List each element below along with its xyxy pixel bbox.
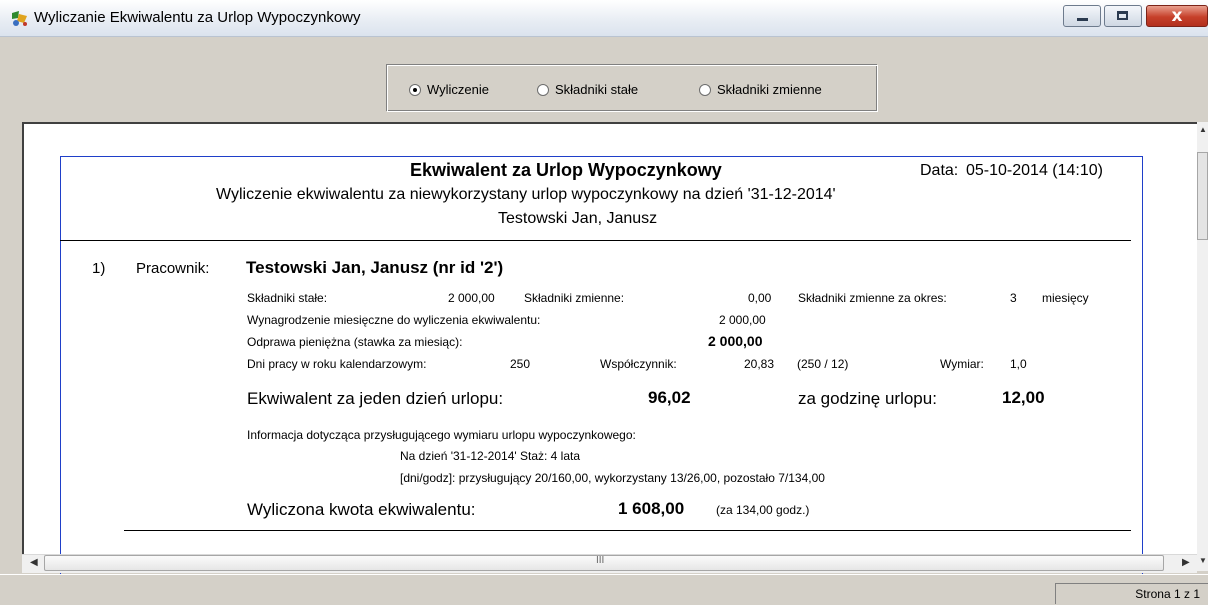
window-title: Wyliczanie Ekwiwalentu za Urlop Wypoczyn…	[34, 9, 361, 26]
workdays-value: 250	[510, 357, 531, 371]
severance-value: 2 000,00	[708, 333, 763, 349]
minimize-button[interactable]	[1063, 5, 1101, 27]
maximize-icon	[1117, 11, 1128, 20]
fixed-components-value: 2 000,00	[448, 291, 495, 305]
radio-unselected-icon	[699, 83, 711, 96]
radio-skladniki-zmienne-label: Składniki zmienne	[717, 82, 822, 97]
day-equivalent-value: 96,02	[648, 388, 691, 407]
variable-components-value: 0,00	[748, 291, 772, 305]
report-person: Testowski Jan, Janusz	[498, 210, 658, 227]
leave-info-line2: [dni/godz]: przysługujący 20/160,00, wyk…	[400, 471, 825, 485]
coefficient-value: 20,83	[744, 357, 775, 371]
variable-period-label: Składniki zmienne za okres:	[798, 291, 947, 305]
entry-index: 1)	[92, 260, 106, 277]
radio-unselected-icon	[537, 83, 549, 96]
close-icon: x	[1171, 6, 1183, 26]
report-date-value: 05-10-2014 (14:10)	[966, 162, 1103, 179]
scroll-left-icon[interactable]: ◀	[30, 557, 38, 568]
leave-info-line1: Na dzień '31-12-2014' Staż: 4 lata	[400, 449, 581, 463]
scroll-up-icon[interactable]: ▲	[1199, 125, 1207, 134]
dimension-value: 1,0	[1010, 357, 1027, 371]
dimension-label: Wymiar:	[940, 357, 984, 371]
minimize-icon	[1077, 18, 1088, 21]
monthly-salary-value: 2 000,00	[719, 313, 766, 327]
radio-wyliczenie-label: Wyliczenie	[427, 82, 490, 97]
variable-period-value: 3	[1010, 291, 1017, 305]
scroll-right-icon[interactable]: ▶	[1182, 557, 1190, 568]
leave-info-label: Informacja dotycząca przysługującego wym…	[247, 428, 636, 442]
radio-skladniki-stale-label: Składniki stałe	[555, 82, 639, 97]
hour-equivalent-value: 12,00	[1002, 388, 1045, 407]
employee-value: Testowski Jan, Janusz (nr id '2')	[246, 258, 504, 277]
maximize-button[interactable]	[1104, 5, 1142, 27]
report-title: Ekwiwalent za Urlop Wypoczynkowy	[410, 160, 722, 180]
entry-divider	[124, 530, 1131, 531]
severance-label: Odprawa pieniężna (stawka za miesiąc):	[247, 335, 463, 349]
report-date-label: Data:	[920, 162, 959, 179]
radio-wyliczenie[interactable]: Wyliczenie	[409, 82, 489, 97]
employee-label: Pracownik:	[136, 260, 210, 277]
radio-skladniki-zmienne[interactable]: Składniki zmienne	[699, 82, 822, 97]
total-equivalent-label: Wyliczona kwota ekwiwalentu:	[247, 500, 476, 519]
workdays-label: Dni pracy w roku kalendarzowym:	[247, 357, 427, 371]
vertical-scrollbar-thumb[interactable]	[1197, 152, 1208, 240]
radio-selected-icon	[409, 83, 421, 96]
status-bar	[0, 574, 1208, 605]
close-button[interactable]: x	[1146, 5, 1208, 27]
monthly-salary-label: Wynagrodzenie miesięczne do wyliczenia e…	[247, 313, 541, 327]
fixed-components-label: Składniki stałe:	[247, 291, 328, 305]
variable-components-label: Składniki zmienne:	[524, 291, 625, 305]
total-equivalent-note: (za 134,00 godz.)	[716, 503, 810, 517]
radio-skladniki-stale[interactable]: Składniki stałe	[537, 82, 638, 97]
scroll-down-icon[interactable]: ▼	[1199, 556, 1207, 565]
scrollbar-grip: III	[596, 555, 605, 566]
coefficient-formula: (250 / 12)	[797, 357, 849, 371]
total-equivalent-value: 1 608,00	[618, 499, 685, 518]
page-indicator: Strona 1 z 1	[1055, 583, 1208, 604]
coefficient-label: Współczynnik:	[600, 357, 677, 371]
hour-equivalent-label: za godzinę urlopu:	[798, 389, 937, 408]
report-subtitle: Wyliczenie ekwiwalentu za niewykorzystan…	[216, 186, 836, 203]
header-divider	[60, 240, 1131, 241]
day-equivalent-label: Ekwiwalent za jeden dzień urlopu:	[247, 389, 504, 408]
app-icon	[10, 10, 30, 28]
variable-period-unit: miesięcy	[1042, 291, 1089, 305]
